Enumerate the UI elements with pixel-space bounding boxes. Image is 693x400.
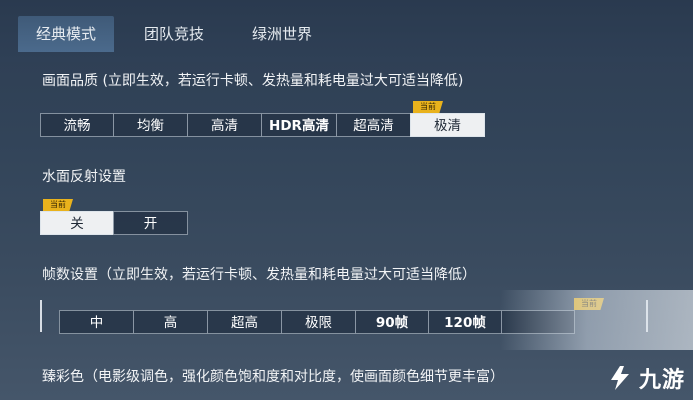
graphics-quality-title: 画面品质 (立即生效，若运行卡顿、发热量和耗电量过大可适当降低) bbox=[42, 73, 464, 89]
graphics-option-extreme[interactable]: 当前 极清 bbox=[410, 101, 485, 137]
fps-option-medium[interactable]: 中 bbox=[59, 310, 134, 334]
water-reflection-toggle: 当前 关 开 bbox=[40, 199, 188, 235]
water-option-on[interactable]: 开 bbox=[113, 211, 188, 235]
fps-title: 帧数设置（立即生效，若运行卡顿、发热量和耗电量过大可适当降低） bbox=[42, 267, 476, 283]
fps-selector: 中 高 超高 极限 90帧 120帧 bbox=[59, 310, 575, 334]
graphics-option-balanced[interactable]: 均衡 bbox=[113, 113, 188, 137]
tab-team-deathmatch[interactable]: 团队竞技 bbox=[126, 16, 222, 52]
tab-classic-mode[interactable]: 经典模式 bbox=[18, 16, 114, 52]
graphics-option-hdr[interactable]: HDR高清 bbox=[261, 113, 337, 137]
graphics-quality-selector: 流畅 均衡 高清 HDR高清 超高清 当前 极清 bbox=[40, 101, 485, 137]
watermark-text: 九游 bbox=[638, 368, 685, 393]
graphics-option-extreme-label: 极清 bbox=[434, 118, 461, 134]
water-option-off[interactable]: 当前 关 bbox=[40, 199, 114, 235]
graphics-option-smooth[interactable]: 流畅 bbox=[40, 113, 114, 137]
watermark-logo: 九游 bbox=[605, 362, 685, 394]
graphics-option-hd[interactable]: 高清 bbox=[187, 113, 262, 137]
scroll-fade-overlay bbox=[500, 290, 693, 350]
fps-option-90[interactable]: 90帧 bbox=[355, 310, 429, 334]
current-badge: 当前 bbox=[413, 101, 443, 113]
scroll-left-edge bbox=[40, 300, 42, 332]
water-reflection-title: 水面反射设置 bbox=[42, 169, 126, 185]
water-option-off-label: 关 bbox=[70, 216, 84, 232]
fps-option-high[interactable]: 高 bbox=[133, 310, 208, 334]
fps-option-120[interactable]: 120帧 bbox=[428, 310, 502, 334]
nine-game-logo-icon bbox=[610, 366, 629, 390]
fps-option-extreme[interactable]: 极限 bbox=[281, 310, 356, 334]
current-badge: 当前 bbox=[43, 199, 73, 211]
color-enhance-title: 臻彩色（电影级调色，强化颜色饱和度和对比度，使画面颜色细节更丰富） bbox=[42, 369, 504, 385]
graphics-option-ultra-hd[interactable]: 超高清 bbox=[336, 113, 411, 137]
tab-oasis-world[interactable]: 绿洲世界 bbox=[234, 16, 330, 52]
top-tab-bar: 经典模式 团队竞技 绿洲世界 bbox=[0, 0, 693, 62]
fps-option-ultra[interactable]: 超高 bbox=[207, 310, 282, 334]
